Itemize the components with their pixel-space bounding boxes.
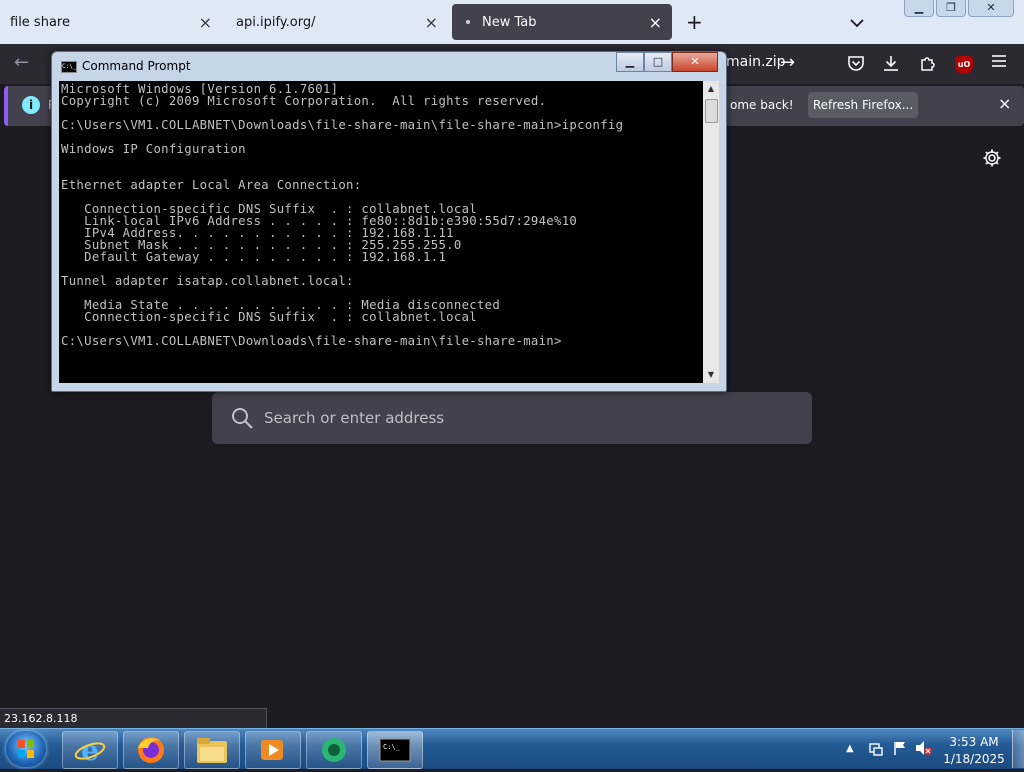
new-tab-button[interactable]: + — [686, 10, 703, 34]
maximize-button[interactable]: ❐ — [936, 0, 966, 17]
search-input[interactable]: Search or enter address — [212, 392, 812, 444]
info-icon: i — [22, 96, 40, 114]
tab-file-share[interactable]: file share × — [0, 0, 222, 44]
volume-muted-icon[interactable] — [914, 740, 932, 760]
start-button[interactable] — [6, 731, 46, 767]
close-icon[interactable]: × — [998, 94, 1011, 113]
file-explorer-icon[interactable] — [184, 731, 240, 769]
clock-time[interactable]: 3:53 AM — [948, 735, 1000, 749]
window-title: Command Prompt — [82, 59, 191, 73]
scrollbar-thumb[interactable] — [705, 99, 718, 123]
scroll-up-arrow-icon[interactable]: ▲ — [703, 81, 719, 97]
flag-icon[interactable] — [892, 740, 908, 760]
notification-message: ome back! — [730, 98, 794, 112]
maximize-button[interactable]: □ — [644, 52, 672, 72]
command-prompt-window[interactable]: C:\_ Command Prompt ▁ □ ✕ Microsoft Wind… — [51, 51, 727, 392]
taskbar: e C:\_ ▲ 3:53 AM 1/18/2025 — [0, 728, 1024, 769]
tab-strip: file share × api.ipify.org/ × New Tab × … — [0, 0, 1024, 44]
window-controls: ▁ ❐ ✕ — [904, 0, 1014, 17]
show-desktop-button[interactable] — [1012, 730, 1024, 768]
download-icon[interactable] — [881, 54, 901, 74]
chevron-down-icon[interactable] — [850, 13, 864, 32]
command-prompt-icon: C:\_ — [61, 61, 77, 73]
window-controls: ▁ □ ✕ — [616, 52, 718, 72]
internet-explorer-icon[interactable]: e — [62, 731, 118, 769]
back-arrow-icon[interactable]: ← — [14, 52, 29, 73]
system-tray: ▲ 3:53 AM 1/18/2025 — [840, 731, 1024, 767]
console-output-area[interactable]: Microsoft Windows [Version 6.1.7601] Cop… — [59, 81, 703, 383]
link-status-bar: 23.162.8.118 — [0, 708, 267, 729]
search-placeholder: Search or enter address — [264, 409, 445, 427]
tab-favicon-icon — [466, 20, 470, 24]
firefox-icon[interactable] — [123, 731, 179, 769]
vertical-scrollbar[interactable]: ▲ ▼ — [703, 81, 719, 383]
svg-text:e: e — [81, 734, 99, 767]
media-player-icon[interactable] — [245, 731, 301, 769]
pocket-icon[interactable] — [846, 54, 866, 74]
window-titlebar[interactable]: C:\_ Command Prompt ▁ □ ✕ — [52, 52, 726, 78]
ublock-icon[interactable]: uO — [955, 56, 973, 74]
show-hidden-icons-icon[interactable]: ▲ — [846, 743, 854, 754]
tab-close-icon[interactable]: × — [425, 13, 438, 32]
app-icon[interactable] — [306, 731, 362, 769]
gear-icon[interactable] — [982, 148, 1002, 172]
minimize-button[interactable]: ▁ — [616, 52, 644, 72]
tab-api-ipify[interactable]: api.ipify.org/ × — [226, 0, 448, 44]
refresh-firefox-button[interactable]: Refresh Firefox... — [808, 92, 918, 118]
command-prompt-icon[interactable]: C:\_ — [367, 731, 423, 769]
clock-date[interactable]: 1/18/2025 — [942, 752, 1006, 766]
forward-arrow-icon[interactable]: → — [780, 52, 795, 73]
tab-close-icon[interactable]: × — [649, 13, 662, 32]
search-icon — [230, 406, 254, 434]
action-center-icon[interactable] — [868, 741, 884, 761]
extensions-icon[interactable] — [918, 54, 938, 74]
download-filename: main.zip — [726, 54, 786, 70]
close-button[interactable]: ✕ — [968, 0, 1014, 17]
tab-title: New Tab — [482, 14, 537, 30]
minimize-button[interactable]: ▁ — [904, 0, 934, 17]
tab-title: api.ipify.org/ — [236, 14, 316, 30]
tab-close-icon[interactable]: × — [199, 13, 212, 32]
tab-new-tab[interactable]: New Tab × — [452, 4, 672, 40]
close-button[interactable]: ✕ — [672, 52, 718, 72]
console-text: Microsoft Windows [Version 6.1.7601] Cop… — [61, 82, 624, 348]
svg-text:C:\_: C:\_ — [383, 743, 401, 751]
tab-title: file share — [10, 14, 70, 30]
scroll-down-arrow-icon[interactable]: ▼ — [703, 367, 719, 383]
menu-icon[interactable] — [989, 54, 1009, 74]
